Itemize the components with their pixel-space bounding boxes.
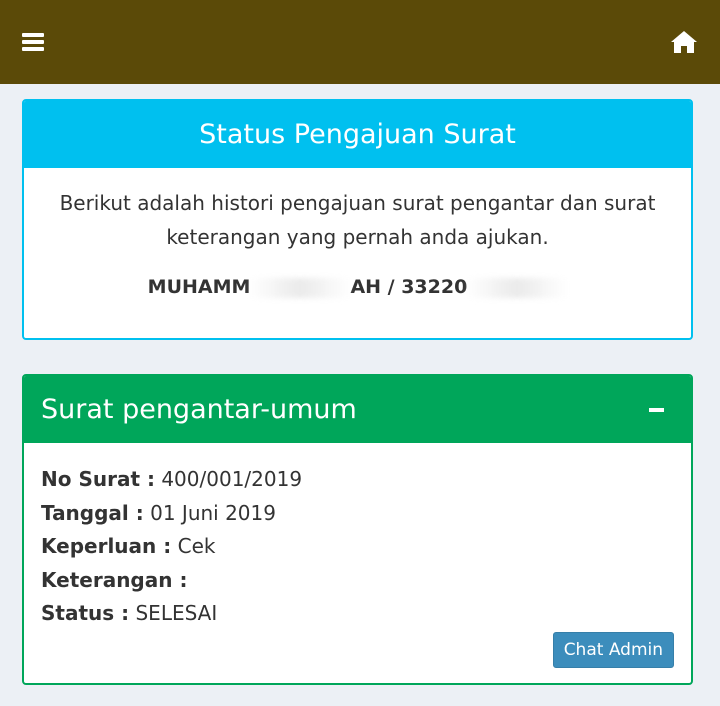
field-status: Status : SELESAI xyxy=(41,597,674,631)
surat-card-title: Surat pengantar-umum xyxy=(41,394,357,425)
surat-card-header: Surat pengantar-umum xyxy=(24,376,691,443)
field-label: Keterangan : xyxy=(41,567,188,592)
field-keperluan: Keperluan : Cek xyxy=(41,530,674,564)
field-label: Status : xyxy=(41,601,130,625)
identity-nik-part: AH / 33220 xyxy=(350,276,468,298)
home-button[interactable] xyxy=(670,30,698,54)
field-no-surat: No Surat : 400/001/2019 xyxy=(41,463,674,497)
field-value: 01 Juni 2019 xyxy=(150,500,276,525)
surat-card-body: No Surat : 400/001/2019 Tanggal : 01 Jun… xyxy=(24,443,691,683)
status-box-title: Status Pengajuan Surat xyxy=(24,101,691,168)
chat-admin-button[interactable]: Chat Admin xyxy=(552,632,674,668)
status-box-body: Berikut adalah histori pengajuan surat p… xyxy=(24,168,691,298)
field-label: Tanggal : xyxy=(41,500,144,525)
top-navbar xyxy=(0,0,720,84)
status-pengajuan-box: Status Pengajuan Surat Berikut adalah hi… xyxy=(22,99,693,340)
surat-card: Surat pengantar-umum No Surat : 400/001/… xyxy=(22,374,693,685)
intro-text: Berikut adalah histori pengajuan surat p… xyxy=(59,191,656,249)
identity-name-part: MUHAMM xyxy=(147,276,251,298)
field-value: SELESAI xyxy=(135,601,218,625)
hamburger-menu-icon xyxy=(22,33,44,51)
field-keterangan: Keterangan : xyxy=(41,564,674,598)
field-tanggal: Tanggal : 01 Juni 2019 xyxy=(41,497,674,531)
user-identity: MUHAMM AH / 33220 xyxy=(148,276,568,298)
collapse-button[interactable] xyxy=(645,399,667,421)
field-value: 400/001/2019 xyxy=(161,467,303,491)
field-label: No Surat : xyxy=(41,467,155,491)
redacted-blur xyxy=(467,277,568,298)
home-icon xyxy=(671,31,697,53)
menu-toggle-button[interactable] xyxy=(22,33,44,51)
redacted-blur xyxy=(250,277,351,298)
field-label: Keperluan : xyxy=(41,534,172,558)
field-value: Cek xyxy=(177,534,216,558)
minus-icon xyxy=(648,407,664,412)
